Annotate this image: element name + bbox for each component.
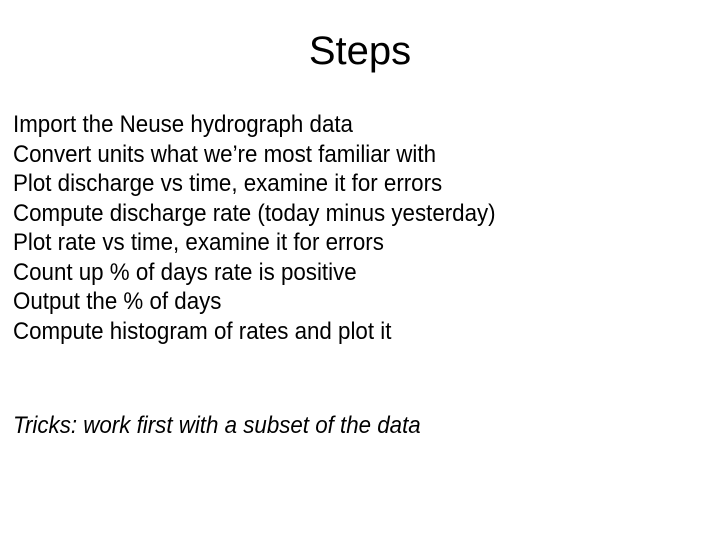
step-item: Import the Neuse hydrograph data [13, 111, 353, 138]
step-item: Plot discharge vs time, examine it for e… [13, 170, 443, 197]
step-item: Plot rate vs time, examine it for errors [13, 229, 384, 256]
slide-title: Steps [308, 29, 412, 73]
step-item: Count up % of days rate is positive [13, 258, 357, 286]
step-item: Compute discharge rate (today minus yest… [13, 199, 496, 227]
step-item: Output the % of days [13, 288, 222, 315]
step-item: Compute histogram of rates and plot it [13, 317, 392, 345]
tricks-note: Tricks: work first with a subset of the … [13, 412, 421, 439]
step-item: Convert units what we’re most familiar w… [13, 140, 436, 168]
steps-list: Import the Neuse hydrograph data Convert… [13, 110, 532, 346]
